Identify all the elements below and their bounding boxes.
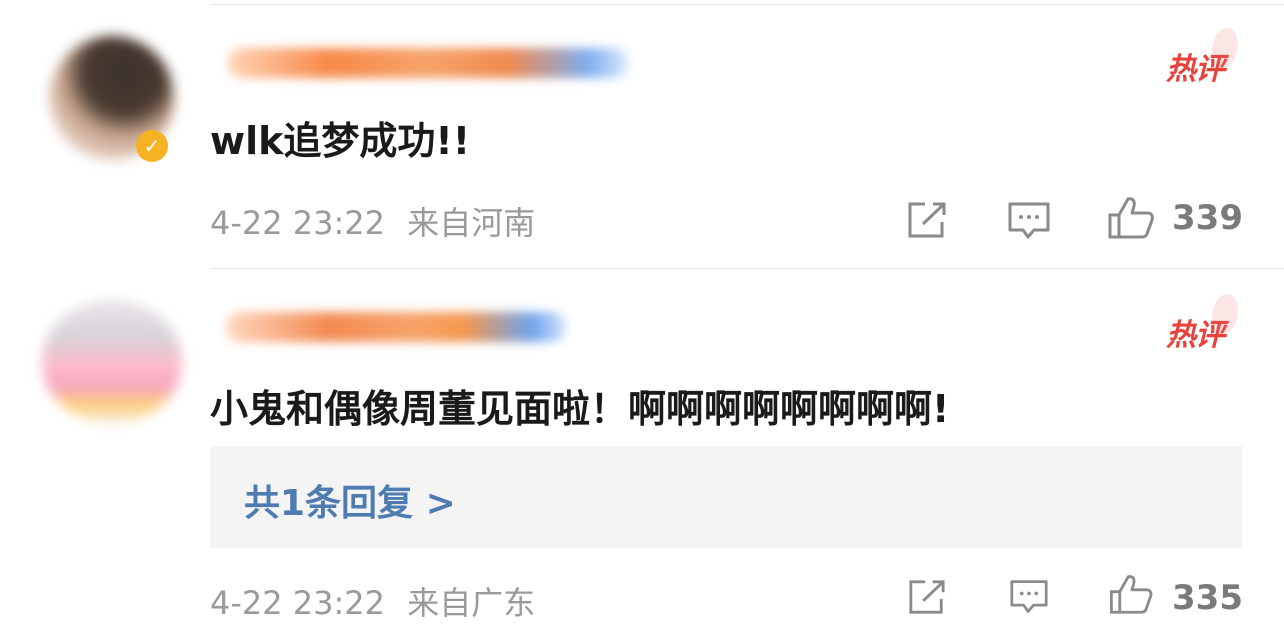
verified-badge-icon: ✓: [136, 130, 168, 162]
reply-box[interactable]: 共1条回复 >: [210, 446, 1242, 548]
comment-location: 来自河南: [407, 204, 536, 242]
comment-meta: 4-22 23:22 来自广东: [210, 578, 535, 624]
comment-icon[interactable]: [1006, 578, 1052, 616]
hot-comment-badge: 热评: [1166, 294, 1238, 354]
hot-comment-badge: 热评: [1166, 28, 1238, 88]
like-count: 335: [1172, 578, 1243, 618]
thumbs-up-icon[interactable]: [1106, 573, 1156, 616]
comment-item: [0, 270, 1284, 616]
comment-divider: [210, 268, 1284, 269]
share-icon[interactable]: [905, 200, 949, 240]
comment-text: 小鬼和偶像周董见面啦！啊啊啊啊啊啊啊啊!: [210, 387, 950, 431]
comment-location: 来自广东: [407, 584, 536, 622]
avatar[interactable]: [42, 300, 182, 424]
username-blurred[interactable]: [228, 48, 628, 78]
comment-icon[interactable]: [1006, 200, 1052, 242]
comment-meta: 4-22 23:22 来自河南: [210, 198, 535, 244]
comment-time: 4-22 23:22: [210, 204, 386, 242]
comment-item: ✓ 热评 wlk追梦成功!! 4-22 23:22 来自河南 339: [0, 0, 1284, 268]
like-count: 339: [1172, 198, 1243, 238]
reply-count-link[interactable]: 共1条回复 >: [244, 474, 456, 526]
comment-text: wlk追梦成功!!: [210, 119, 471, 163]
username-blurred[interactable]: [226, 312, 566, 342]
comment-time: 4-22 23:22: [210, 584, 386, 622]
share-icon[interactable]: [905, 578, 949, 616]
thumbs-up-icon[interactable]: [1106, 195, 1156, 241]
